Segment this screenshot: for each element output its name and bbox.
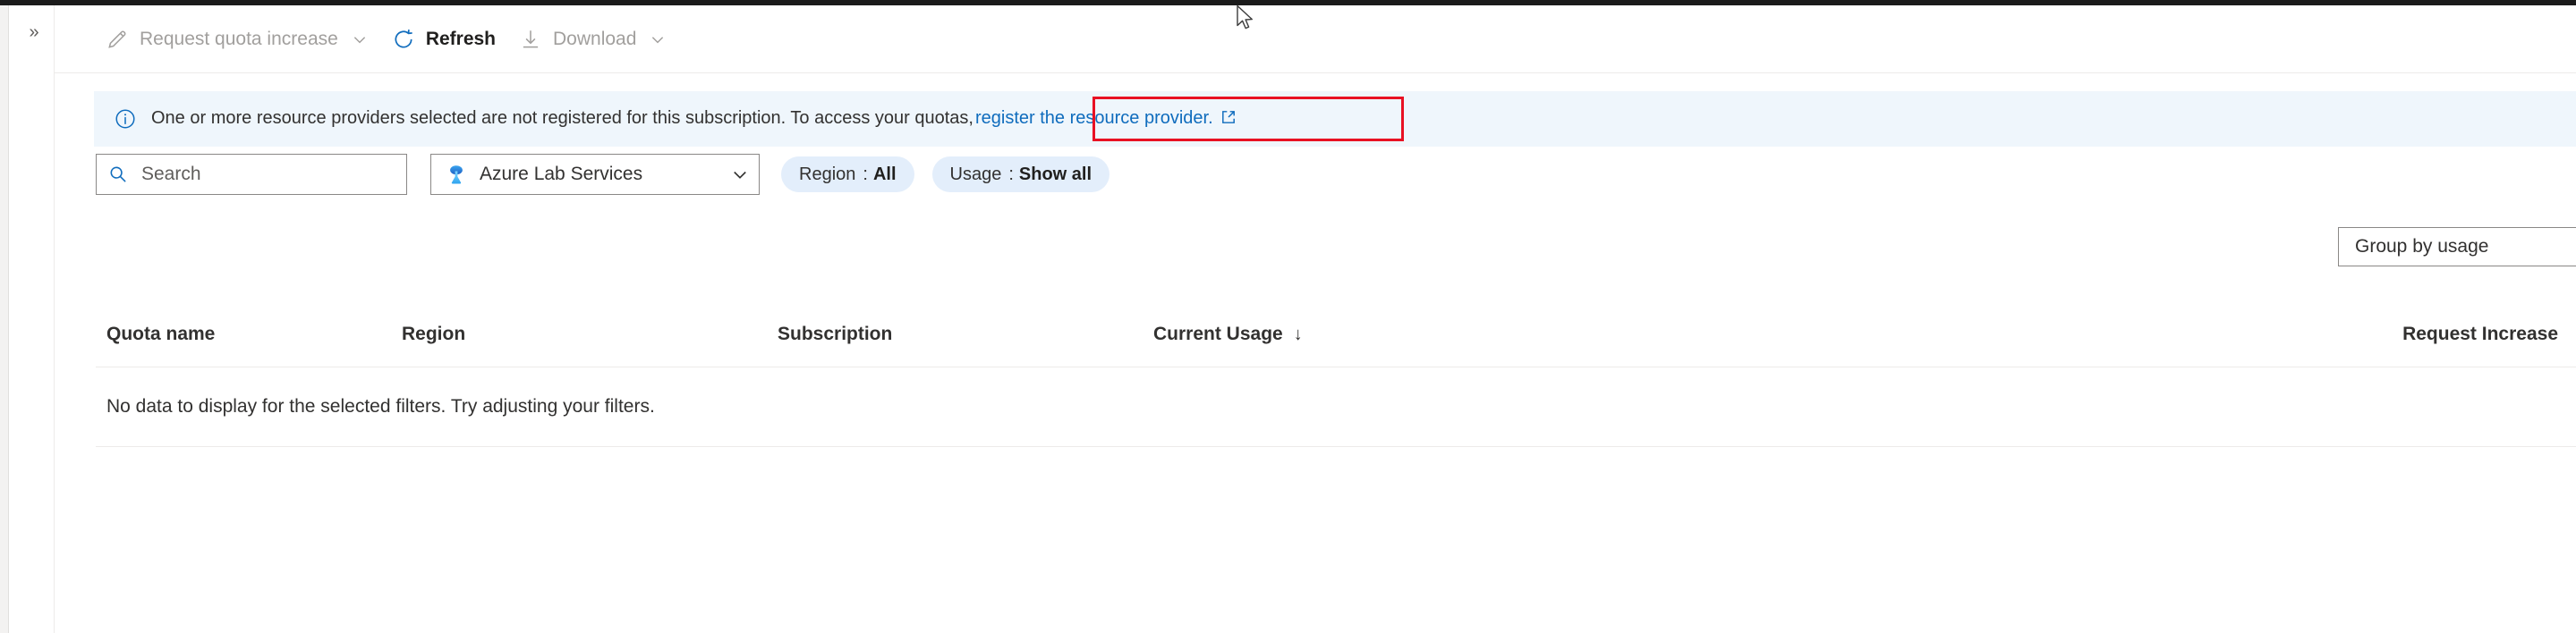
provider-label: Azure Lab Services bbox=[480, 164, 643, 184]
expand-sidebar-chevron-icon[interactable]: » bbox=[21, 20, 47, 45]
download-icon bbox=[519, 28, 542, 51]
column-header-region[interactable]: Region bbox=[402, 324, 778, 345]
group-by-label: Group by usage bbox=[2355, 236, 2489, 257]
notification-message: One or more resource providers selected … bbox=[151, 107, 973, 128]
chevron-down-icon[interactable] bbox=[351, 30, 369, 48]
command-bar: Request quota increase Refresh Download bbox=[54, 5, 2576, 73]
info-circle-icon bbox=[114, 107, 137, 131]
chevron-down-icon[interactable] bbox=[649, 30, 667, 48]
filter-pill-region-separator: : bbox=[863, 164, 868, 184]
download-button[interactable]: Download bbox=[510, 18, 676, 61]
provider-dropdown[interactable]: Azure Lab Services bbox=[430, 154, 760, 195]
sort-descending-icon: ↓ bbox=[1293, 324, 1303, 344]
left-rail bbox=[0, 5, 9, 633]
filter-row: Azure Lab Services Region : All Usage : … bbox=[96, 154, 1127, 195]
register-resource-provider-link[interactable]: register the resource provider. bbox=[975, 108, 1213, 128]
resource-provider-notification: One or more resource providers selected … bbox=[94, 91, 2576, 147]
request-quota-increase-button[interactable]: Request quota increase bbox=[97, 18, 378, 61]
column-header-request-increase[interactable]: Request Increase bbox=[2021, 324, 2576, 345]
external-link-icon bbox=[1220, 109, 1237, 131]
search-icon bbox=[107, 164, 129, 185]
filter-pill-usage-name: Usage bbox=[949, 164, 1002, 184]
table-empty-state: No data to display for the selected filt… bbox=[96, 367, 2576, 447]
search-input[interactable] bbox=[140, 163, 395, 186]
download-label: Download bbox=[553, 28, 637, 49]
filter-pill-usage-value: Show all bbox=[1018, 164, 1092, 184]
azure-lab-services-icon bbox=[444, 162, 469, 187]
filter-pill-usage-separator: : bbox=[1008, 164, 1014, 184]
filter-pill-usage[interactable]: Usage : Show all bbox=[931, 156, 1110, 192]
group-by-dropdown[interactable]: Group by usage bbox=[2338, 227, 2576, 266]
filter-pill-region-value: All bbox=[872, 164, 897, 184]
refresh-icon bbox=[392, 28, 415, 51]
filter-pill-region-name: Region bbox=[799, 164, 856, 184]
filter-pill-region[interactable]: Region : All bbox=[781, 156, 914, 192]
notification-text: One or more resource providers selected … bbox=[151, 108, 1237, 131]
column-header-current-usage-label: Current Usage bbox=[1153, 324, 1283, 344]
request-quota-increase-label: Request quota increase bbox=[140, 28, 338, 49]
column-header-quota-name[interactable]: Quota name bbox=[96, 324, 402, 345]
refresh-button[interactable]: Refresh bbox=[383, 18, 505, 61]
column-header-subscription[interactable]: Subscription bbox=[778, 324, 1153, 345]
chevron-down-icon[interactable] bbox=[730, 165, 750, 184]
search-box[interactable] bbox=[96, 154, 407, 195]
refresh-label: Refresh bbox=[425, 28, 497, 49]
table-header-row: Quota name Region Subscription Current U… bbox=[96, 302, 2576, 367]
column-header-current-usage[interactable]: Current Usage ↓ bbox=[1153, 324, 2021, 345]
quotas-table: Quota name Region Subscription Current U… bbox=[96, 302, 2576, 447]
pencil-icon bbox=[106, 28, 129, 51]
